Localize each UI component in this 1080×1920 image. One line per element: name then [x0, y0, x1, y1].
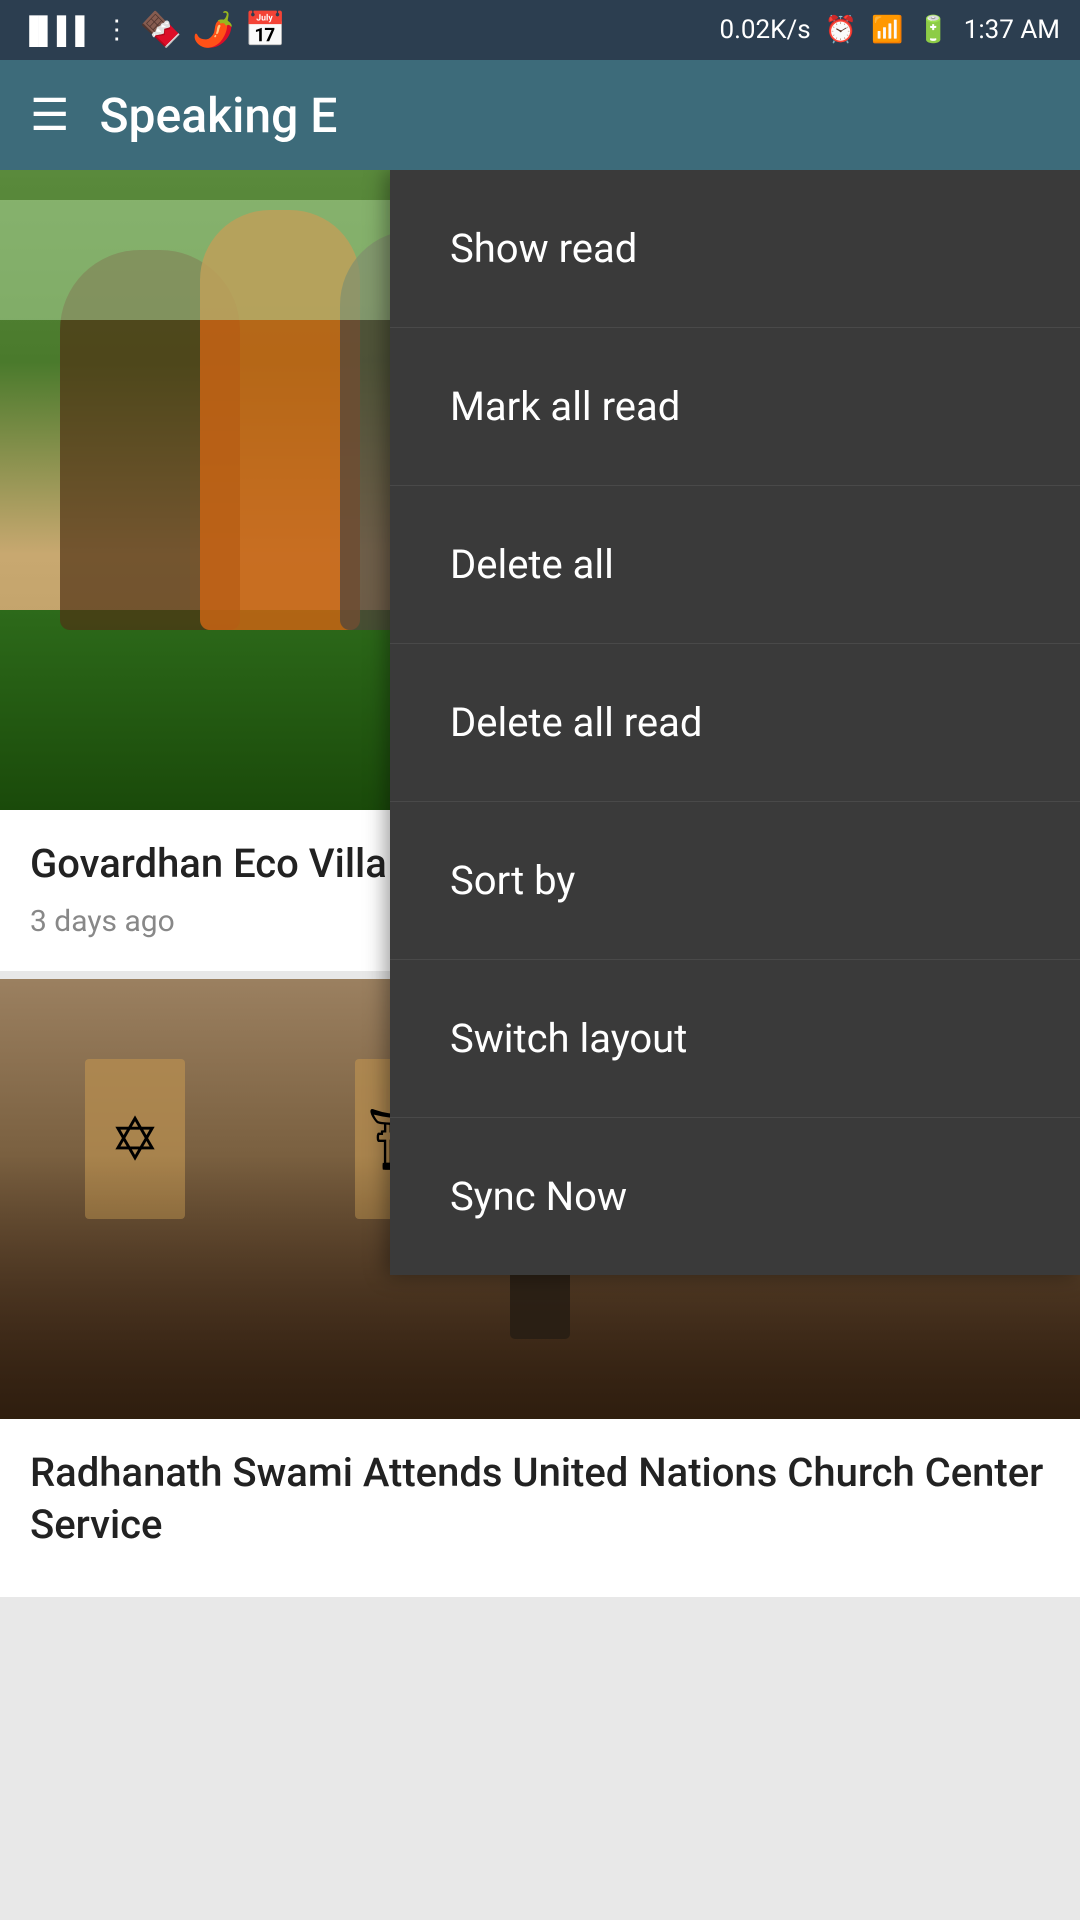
signal-icon: ▐▌▌▌: [20, 15, 94, 46]
menu-item-show-read[interactable]: Show read: [390, 170, 1080, 328]
menu-item-mark-all-read[interactable]: Mark all read: [390, 328, 1080, 486]
status-left: ▐▌▌▌ ⋮ 🍫 🌶️ 📅: [20, 10, 287, 50]
content-area: Nexus Conference Govardhan Eco Villa Con…: [0, 170, 1080, 1920]
menu-item-switch-layout[interactable]: Switch layout: [390, 960, 1080, 1118]
app-icon-3: 📅: [244, 10, 286, 50]
menu-item-delete-all-read[interactable]: Delete all read: [390, 644, 1080, 802]
time-display: 1:37 AM: [964, 15, 1060, 45]
status-right: 0.02K/s ⏰ 📶 🔋 1:37 AM: [719, 15, 1060, 45]
app-icon-1: 🍫: [140, 10, 182, 50]
network-speed: 0.02K/s: [719, 15, 810, 45]
menu-item-delete-all[interactable]: Delete all: [390, 486, 1080, 644]
app-bar: ☰ Speaking E: [0, 60, 1080, 170]
battery-icon: 🔋: [917, 15, 949, 45]
app-title: Speaking E: [99, 87, 337, 144]
clock-icon: ⏰: [825, 15, 857, 45]
menu-icon[interactable]: ☰: [30, 93, 69, 137]
menu-item-sync-now[interactable]: Sync Now: [390, 1118, 1080, 1275]
wifi-icon: 📶: [871, 15, 903, 45]
dropdown-overlay[interactable]: Show read Mark all read Delete all Delet…: [0, 170, 1080, 1920]
dropdown-menu: Show read Mark all read Delete all Delet…: [390, 170, 1080, 1275]
app-icon-2: 🌶️: [192, 10, 234, 50]
status-bar: ▐▌▌▌ ⋮ 🍫 🌶️ 📅 0.02K/s ⏰ 📶 🔋 1:37 AM: [0, 0, 1080, 60]
menu-item-sort-by[interactable]: Sort by: [390, 802, 1080, 960]
more-icon: ⋮: [104, 15, 130, 45]
